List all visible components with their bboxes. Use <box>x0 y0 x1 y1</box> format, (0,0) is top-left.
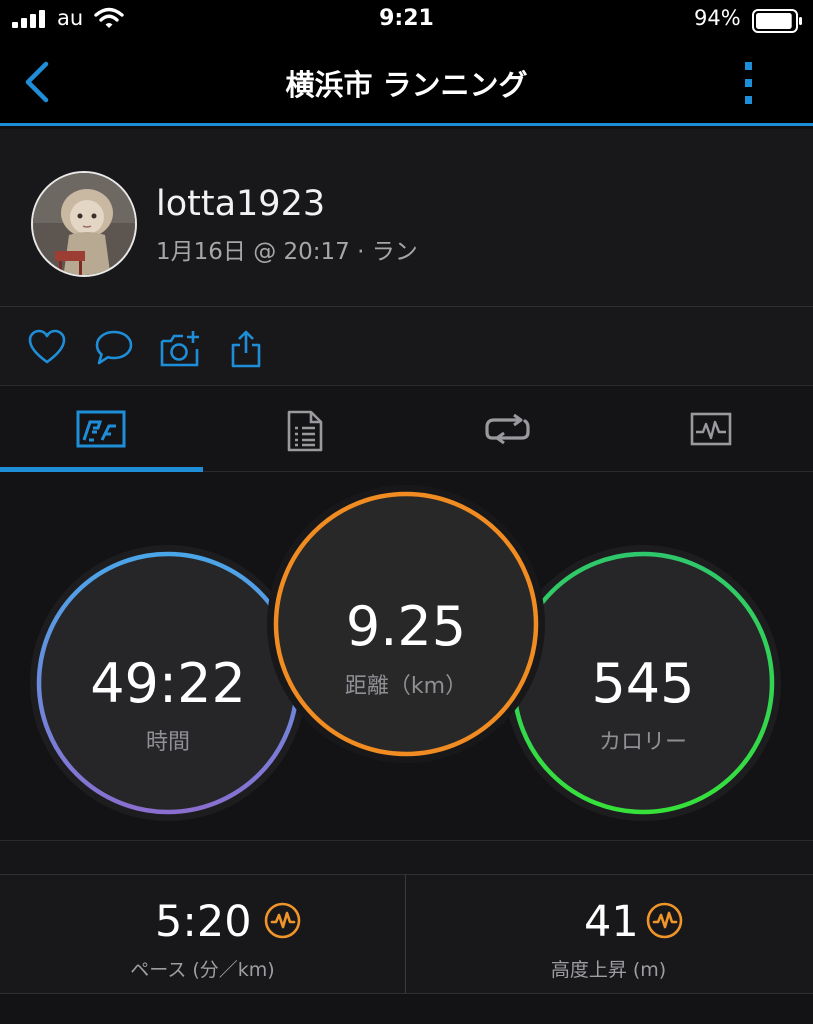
tab-details[interactable] <box>203 386 406 472</box>
section-spacer <box>0 840 813 874</box>
laps-icon <box>485 414 530 445</box>
time-value: 49:22 <box>90 652 246 715</box>
activity-screen: au 9:21 94% 横浜市 ランニング lotta1923 1月16日 @ … <box>0 0 813 1024</box>
time-label: 時間 <box>145 730 190 755</box>
comment-icon[interactable] <box>94 329 134 367</box>
avatar[interactable] <box>31 171 137 277</box>
tab-graphs[interactable] <box>609 386 812 472</box>
more-options-button[interactable] <box>736 60 762 106</box>
tab-laps[interactable] <box>406 386 609 472</box>
summary-stats: 49:22 時間 9.25 距離（km） 545 カロリー <box>0 472 813 840</box>
vertical-dots-icon <box>745 62 752 104</box>
nav-bar: 横浜市 ランニング <box>0 42 813 126</box>
pace-value: 5:20 <box>155 897 252 947</box>
add-photo-icon[interactable] <box>159 329 203 369</box>
calories-label: カロリー <box>598 730 687 755</box>
page-title: 横浜市 ランニング <box>285 68 528 102</box>
calories-value: 545 <box>591 652 695 715</box>
metric-divider <box>405 875 406 993</box>
insight-icon[interactable] <box>264 902 301 939</box>
battery-percent: 94% <box>694 6 741 30</box>
footer-spacer <box>0 994 813 1024</box>
elevation-value: 41 <box>584 897 639 947</box>
tab-overview[interactable] <box>0 386 203 472</box>
insight-icon[interactable] <box>646 902 683 939</box>
status-bar: au 9:21 94% <box>0 0 813 42</box>
distance-value: 9.25 <box>345 595 467 658</box>
activity-date-type: 1月16日 @ 20:17 · ラン <box>156 239 418 265</box>
activity-owner: lotta1923 1月16日 @ 20:17 · ラン <box>0 129 813 307</box>
distance-label: 距離（km） <box>344 674 468 699</box>
clock: 9:21 <box>379 6 434 31</box>
action-row <box>0 307 813 385</box>
graph-icon <box>690 412 732 446</box>
activity-tabs <box>0 385 813 472</box>
battery-icon <box>752 9 802 33</box>
overview-icon <box>76 410 126 448</box>
avatar-image <box>33 173 135 275</box>
pace-label: ペース (分／km) <box>130 959 275 981</box>
username[interactable]: lotta1923 <box>156 184 325 224</box>
metrics-row: 5:20 ペース (分／km) 41 高度上昇 (m) <box>0 874 813 994</box>
share-icon[interactable] <box>230 329 262 369</box>
details-icon <box>287 410 323 452</box>
elevation-label: 高度上昇 (m) <box>550 959 667 981</box>
heart-icon[interactable] <box>28 329 66 365</box>
